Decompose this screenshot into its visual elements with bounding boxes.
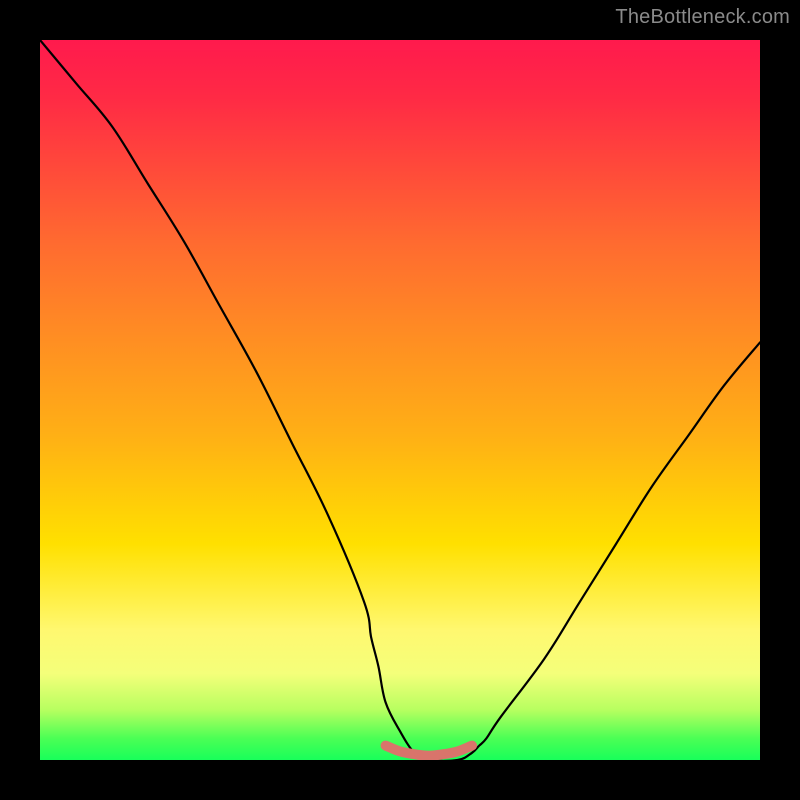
curve-layer — [40, 40, 760, 760]
bottleneck-curve — [40, 40, 760, 760]
chart-frame: TheBottleneck.com — [0, 0, 800, 800]
target-band — [386, 746, 472, 756]
plot-area — [40, 40, 760, 760]
watermark-text: TheBottleneck.com — [615, 6, 790, 29]
